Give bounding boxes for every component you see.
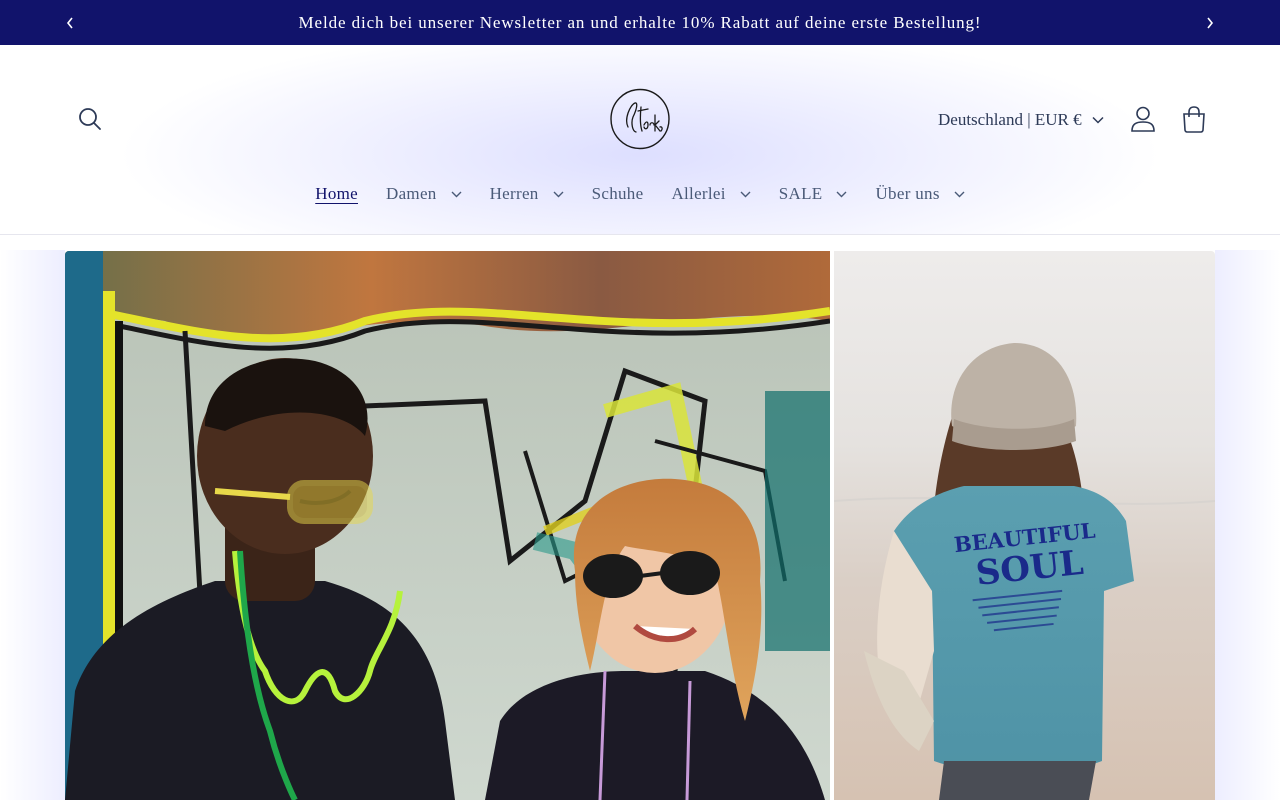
nav-item-damen[interactable]: Damen — [372, 184, 476, 204]
nav-item-label: Damen — [386, 184, 437, 203]
site-header: Deutschland | EUR € Home Damen Herren Sc… — [0, 45, 1280, 235]
country-selector[interactable]: Deutschland | EUR € — [938, 105, 1104, 135]
chevron-down-icon — [954, 191, 965, 197]
cart-button[interactable] — [1172, 97, 1216, 141]
chevron-down-icon — [553, 191, 564, 197]
side-glow-right — [1215, 250, 1280, 800]
chevron-right-icon — [1207, 17, 1214, 28]
nav-item-herren[interactable]: Herren — [476, 184, 578, 204]
nav-item-ueber-uns[interactable]: Über uns — [861, 184, 978, 204]
hero-image-left[interactable] — [65, 251, 830, 800]
hero-photo-beach: BEAUTIFUL SOUL — [834, 251, 1215, 800]
nav-item-label: Schuhe — [591, 184, 644, 203]
chevron-down-icon — [740, 191, 751, 197]
nav-item-label: Allerlei — [671, 184, 726, 203]
nav-item-allerlei[interactable]: Allerlei — [657, 184, 764, 204]
chevron-down-icon — [836, 191, 847, 197]
announcement-text: Melde dich bei unserer Newsletter an und… — [298, 12, 982, 32]
chevron-down-icon — [451, 191, 462, 197]
announcement-bar: Melde dich bei unserer Newsletter an und… — [0, 0, 1280, 45]
main-navigation: Home Damen Herren Schuhe Allerlei SALE Ü… — [0, 179, 1280, 209]
country-selector-label: Deutschland | EUR € — [938, 110, 1082, 129]
search-button[interactable] — [68, 97, 112, 141]
search-icon — [79, 108, 101, 130]
announcement-next-button[interactable] — [1190, 0, 1230, 45]
nav-item-label: SALE — [778, 184, 823, 203]
nav-item-sale[interactable]: SALE — [765, 184, 862, 204]
account-button[interactable] — [1121, 97, 1165, 141]
nav-item-label: Über uns — [875, 184, 940, 203]
chevron-left-icon — [66, 17, 73, 28]
chevron-down-icon — [1092, 116, 1104, 124]
hero-photo-graffiti — [65, 251, 830, 800]
user-icon — [1131, 106, 1155, 132]
site-logo[interactable] — [608, 87, 672, 151]
bag-icon — [1183, 106, 1205, 133]
nav-item-label: Herren — [489, 184, 539, 203]
stacks-logo-icon — [610, 88, 670, 150]
side-glow-left — [0, 250, 65, 800]
announcement-prev-button[interactable] — [50, 0, 90, 45]
hero-image-right[interactable]: BEAUTIFUL SOUL — [834, 251, 1215, 800]
nav-item-home[interactable]: Home — [301, 184, 372, 204]
nav-item-schuhe[interactable]: Schuhe — [578, 184, 658, 204]
nav-item-label: Home — [315, 184, 358, 203]
